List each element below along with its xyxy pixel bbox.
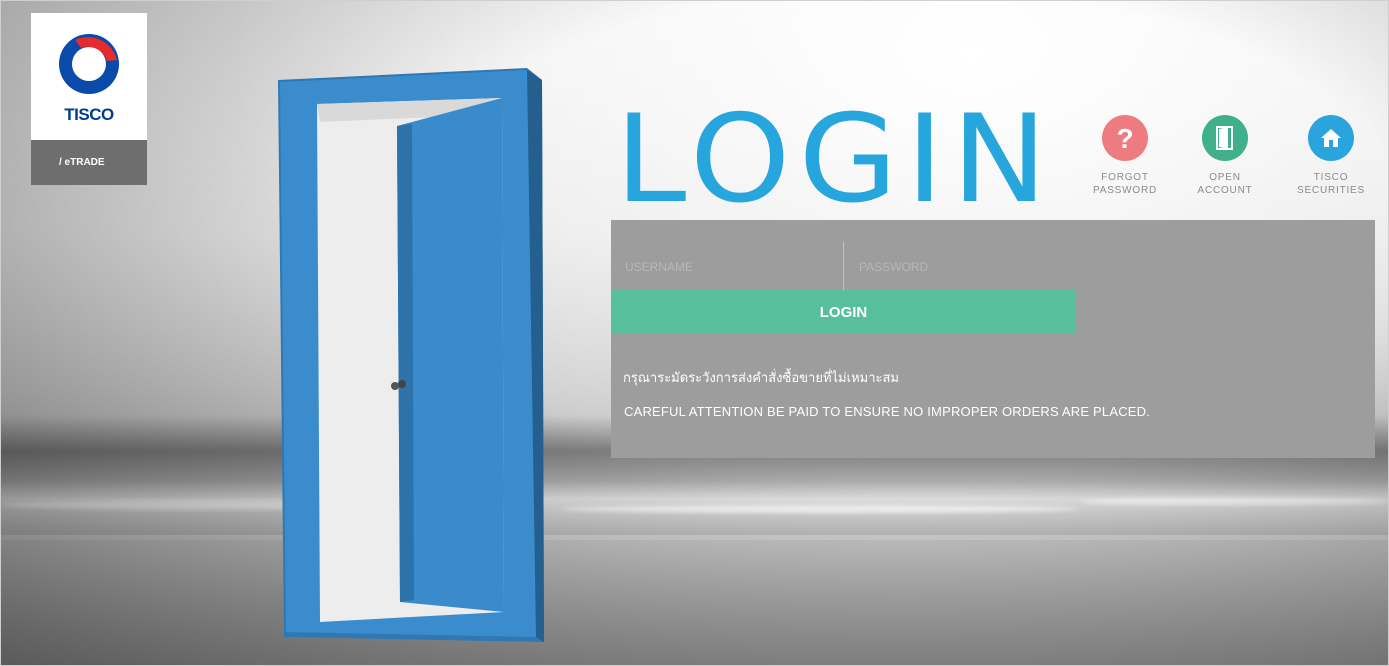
login-page: TISCO / eTRADE LOGIN ? FORGOT PASSWORD O… — [0, 0, 1389, 666]
tisco-logo[interactable]: TISCO — [31, 13, 147, 140]
open-account-link[interactable]: OPEN ACCOUNT — [1180, 115, 1270, 197]
etrade-tab[interactable]: / eTRADE — [31, 140, 147, 185]
password-input[interactable] — [857, 243, 1161, 291]
username-input[interactable] — [623, 243, 837, 291]
login-button[interactable]: LOGIN — [611, 290, 1076, 334]
open-account-label: OPEN ACCOUNT — [1197, 172, 1253, 196]
tisco-securities-label: TISCO SECURITIES — [1296, 172, 1365, 196]
tisco-securities-link[interactable]: TISCO SECURITIES — [1286, 115, 1376, 197]
field-divider — [843, 242, 844, 290]
notice-english: CAREFUL ATTENTION BE PAID TO ENSURE NO I… — [624, 404, 1151, 419]
tisco-logo-icon — [59, 34, 119, 94]
question-icon: ? — [1102, 115, 1148, 161]
login-panel: LOGIN กรุณาระมัดระวังการส่งคำสั่งซื้อขาย… — [611, 220, 1375, 458]
door-icon — [1202, 115, 1248, 161]
page-title: LOGIN — [615, 88, 1056, 231]
forgot-password-link[interactable]: ? FORGOT PASSWORD — [1080, 115, 1170, 197]
door-illustration — [278, 68, 544, 642]
logo-text: TISCO — [64, 105, 114, 124]
notice-thai: กรุณาระมัดระวังการส่งคำสั่งซื้อขายที่ไม่… — [623, 371, 899, 386]
svg-text:?: ? — [1116, 123, 1133, 153]
home-icon — [1308, 115, 1354, 161]
etrade-tab-label: / eTRADE — [59, 157, 105, 168]
forgot-password-label: FORGOT PASSWORD — [1093, 172, 1157, 196]
